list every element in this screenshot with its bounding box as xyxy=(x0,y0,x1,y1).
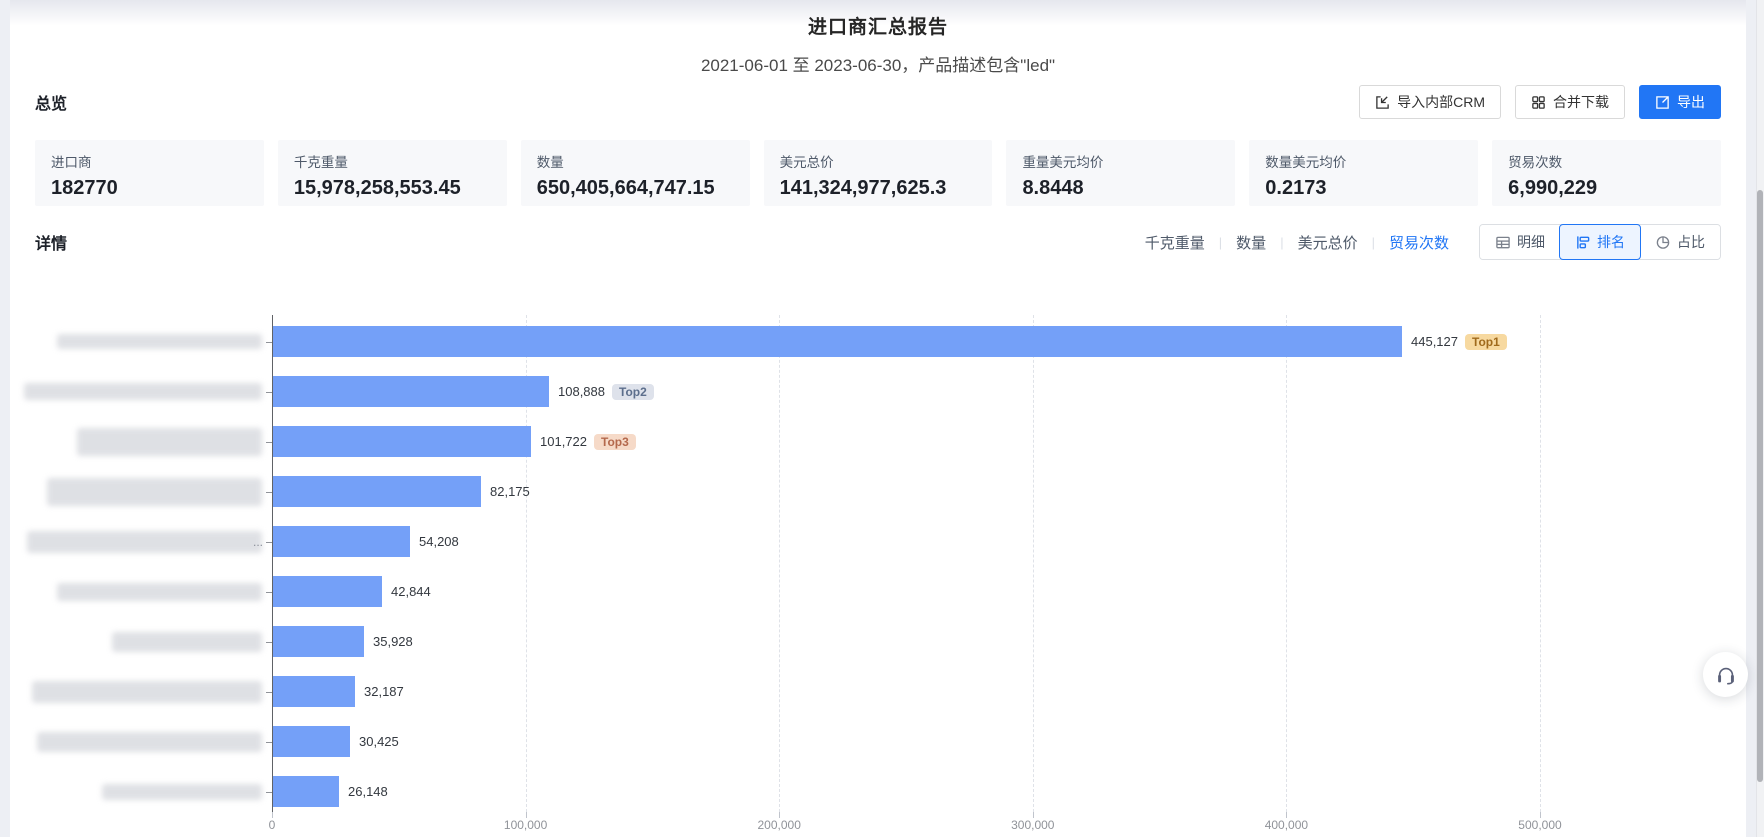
x-axis-label: 200,000 xyxy=(739,818,819,832)
y-axis-tick xyxy=(266,742,272,743)
bar-row-8[interactable] xyxy=(273,676,355,707)
x-axis-label: 400,000 xyxy=(1246,818,1326,832)
bar-row-4[interactable] xyxy=(273,476,481,507)
bar-value-label: 108,888 xyxy=(558,384,605,399)
chart-gridline xyxy=(1286,315,1287,812)
y-axis-tick xyxy=(266,642,272,643)
redacted-importer-name xyxy=(32,681,262,703)
chart-gridline xyxy=(779,315,780,812)
redacted-importer-name xyxy=(112,632,262,652)
bar-row-1[interactable] xyxy=(273,326,1402,357)
bar-value-row-9: 30,425 xyxy=(359,726,399,757)
bar-value-row-1: 445,127 Top1 xyxy=(1411,326,1507,357)
x-axis-label: 500,000 xyxy=(1500,818,1580,832)
chart-gridline xyxy=(1033,315,1034,812)
redacted-importer-name xyxy=(57,583,262,601)
y-axis-tick xyxy=(266,792,272,793)
bar-value-row-7: 35,928 xyxy=(373,626,413,657)
y-axis-tick xyxy=(266,692,272,693)
bar-row-2[interactable] xyxy=(273,376,549,407)
bar-value-label: 42,844 xyxy=(391,584,431,599)
bar-row-6[interactable] xyxy=(273,576,382,607)
bar-value-label: 35,928 xyxy=(373,634,413,649)
bar-value-label: 32,187 xyxy=(364,684,404,699)
x-axis-label: 100,000 xyxy=(486,818,566,832)
y-axis-tick xyxy=(266,592,272,593)
y-axis-tick xyxy=(266,442,272,443)
bar-value-label: 54,208 xyxy=(419,534,459,549)
x-axis-label: 300,000 xyxy=(993,818,1073,832)
bar-value-row-6: 42,844 xyxy=(391,576,431,607)
redacted-importer-name xyxy=(24,383,262,400)
bar-value-label: 30,425 xyxy=(359,734,399,749)
y-axis-tick xyxy=(266,342,272,343)
bar-value-row-5: 54,208 xyxy=(419,526,459,557)
x-axis-label: 0 xyxy=(232,818,312,832)
bar-value-label: 101,722 xyxy=(540,434,587,449)
redacted-importer-name xyxy=(37,732,262,752)
bar-value-row-3: 101,722 Top3 xyxy=(540,426,636,457)
bar-value-label: 445,127 xyxy=(1411,334,1458,349)
report-page: 进口商汇总报告 2021-06-01 至 2023-06-30，产品描述包含"l… xyxy=(10,0,1746,837)
y-axis-tick xyxy=(266,392,272,393)
scrollbar-thumb[interactable] xyxy=(1757,190,1763,782)
y-axis-tick xyxy=(266,542,272,543)
help-button[interactable] xyxy=(1703,652,1748,697)
label-ellipsis: ... xyxy=(253,535,263,549)
bar-row-5[interactable] xyxy=(273,526,410,557)
ranking-bar-chart: 0 100,000 200,000 300,000 400,000 500,000 445,… xyxy=(10,0,1746,837)
redacted-importer-name xyxy=(57,334,262,349)
rank-badge-top1: Top1 xyxy=(1465,334,1507,350)
bar-value-label: 82,175 xyxy=(490,484,530,499)
ranking-icon xyxy=(1575,235,1591,250)
bar-value-row-2: 108,888 Top2 xyxy=(558,376,654,407)
bar-row-10[interactable] xyxy=(273,776,339,807)
y-axis-tick xyxy=(266,492,272,493)
rank-badge-top3: Top3 xyxy=(594,434,636,450)
view-mode-ranking-button[interactable]: 排名 xyxy=(1559,224,1641,260)
redacted-importer-name xyxy=(77,428,262,456)
redacted-importer-name xyxy=(27,531,262,553)
bar-value-row-4: 82,175 xyxy=(490,476,530,507)
redacted-importer-name xyxy=(47,478,262,506)
bar-row-7[interactable] xyxy=(273,626,364,657)
view-mode-ranking-label: 排名 xyxy=(1597,232,1625,252)
rank-badge-top2: Top2 xyxy=(612,384,654,400)
bar-value-row-10: 26,148 xyxy=(348,776,388,807)
bar-row-3[interactable] xyxy=(273,426,531,457)
bar-row-9[interactable] xyxy=(273,726,350,757)
chart-gridline xyxy=(1540,315,1541,812)
headset-icon xyxy=(1715,664,1737,686)
bar-value-row-8: 32,187 xyxy=(364,676,404,707)
bar-value-label: 26,148 xyxy=(348,784,388,799)
redacted-importer-name xyxy=(102,784,262,800)
scrollbar-track[interactable] xyxy=(1756,0,1764,837)
